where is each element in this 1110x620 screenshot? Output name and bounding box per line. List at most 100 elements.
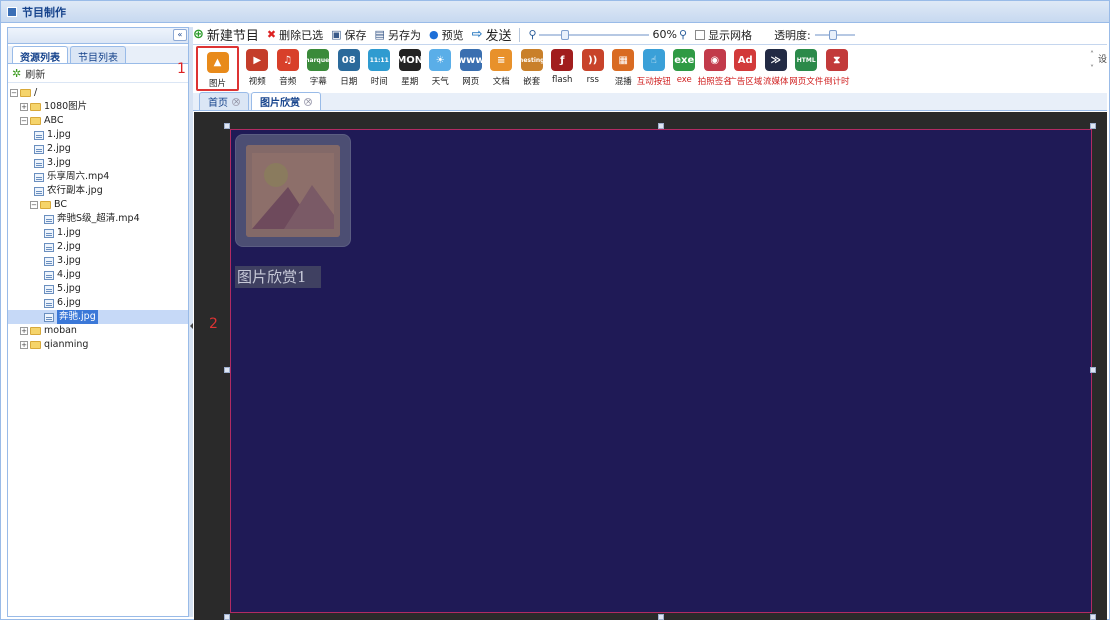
tool-6[interactable]: MON 星期: [395, 46, 426, 87]
expand-toggle-icon[interactable]: −: [10, 89, 18, 97]
tree-folder[interactable]: − BC: [8, 198, 188, 212]
save-button[interactable]: ▣ 保存: [331, 27, 366, 43]
tree-file[interactable]: 1.jpg: [8, 226, 188, 240]
tool-5[interactable]: 11:11 时间: [364, 46, 395, 87]
expand-toggle-icon[interactable]: −: [20, 117, 28, 125]
zoom-out-icon[interactable]: ⚲: [528, 28, 536, 41]
resize-handle[interactable]: [1090, 614, 1096, 620]
expand-toggle-icon[interactable]: +: [20, 327, 28, 335]
tree-folder[interactable]: + qianming: [8, 338, 188, 352]
expand-toggle-icon[interactable]: −: [30, 201, 38, 209]
collapse-left-button[interactable]: «: [173, 29, 187, 41]
tool-18[interactable]: ≫ 流媒体: [761, 46, 792, 87]
design-canvas[interactable]: 2 图片欣赏1: [194, 112, 1107, 620]
preview-button[interactable]: ● 预览: [429, 27, 464, 43]
tool-label: rss: [586, 75, 599, 85]
toolbar-scroll[interactable]: ˄ ˅: [1087, 48, 1097, 76]
tool-0[interactable]: ▲ 图片: [196, 46, 239, 91]
resize-handle[interactable]: [224, 123, 230, 129]
image-widget[interactable]: [235, 134, 351, 247]
tool-9[interactable]: ≡ 文档: [486, 46, 517, 87]
tool-label: 字幕: [309, 77, 327, 87]
show-grid-checkbox[interactable]: 显示网格: [695, 27, 752, 43]
tool-3[interactable]: marquee 字幕: [303, 46, 334, 87]
tool-label: 天气: [431, 77, 449, 87]
tool-19[interactable]: HTML 网页文件: [789, 46, 823, 87]
preview-icon: ●: [428, 28, 439, 41]
expand-toggle-icon[interactable]: +: [20, 341, 28, 349]
tree-file[interactable]: 乐享周六.mp4: [8, 170, 188, 184]
tool-16[interactable]: ◉ 拍照签名: [698, 46, 732, 87]
file-icon: [34, 144, 44, 154]
expand-toggle-icon[interactable]: +: [20, 103, 28, 111]
tree-folder[interactable]: +1080图片: [8, 100, 188, 114]
tool-label: 互动按钮: [636, 77, 671, 87]
tree-file[interactable]: 3.jpg: [8, 156, 188, 170]
refresh-label: 刷新: [25, 70, 46, 81]
tab-resource-list[interactable]: 资源列表: [12, 46, 68, 64]
save-icon: ▣: [331, 28, 342, 41]
tab-home[interactable]: 首页 ×: [199, 92, 249, 110]
tool-icon: ☀: [429, 49, 452, 71]
zoom-slider[interactable]: [538, 29, 649, 40]
tree-node-label: ABC: [44, 115, 64, 126]
truncated-label: 设: [1097, 55, 1107, 65]
send-button[interactable]: ⇨ 发送: [472, 25, 512, 44]
panel-splitter[interactable]: [189, 27, 193, 617]
new-program-button[interactable]: ⊕ 新建节目: [193, 25, 259, 44]
tool-17[interactable]: Ad 广告区域: [728, 46, 762, 87]
tree-file[interactable]: 奔驰S级_超清.mp4: [8, 212, 188, 226]
resize-handle[interactable]: [224, 614, 230, 620]
tool-label: flash: [552, 75, 573, 85]
tab-picture-gallery[interactable]: 图片欣赏 ×: [251, 92, 321, 110]
tool-label: 视频: [248, 77, 266, 87]
zoom-in-icon[interactable]: ⚲: [679, 28, 687, 41]
tool-20[interactable]: ⧗ 倒计时: [822, 46, 853, 87]
resize-handle[interactable]: [658, 123, 664, 129]
tool-15[interactable]: exe exe: [669, 46, 700, 85]
close-icon[interactable]: ×: [304, 97, 312, 106]
tab-program-list[interactable]: 节目列表: [70, 46, 126, 64]
tool-7[interactable]: ☀ 天气: [425, 46, 456, 87]
resize-handle[interactable]: [1090, 123, 1096, 129]
file-icon: [44, 214, 54, 224]
tree-file[interactable]: 农行副本.jpg: [8, 184, 188, 198]
resize-handle[interactable]: [658, 614, 664, 620]
tree-folder[interactable]: + moban: [8, 324, 188, 338]
tool-10[interactable]: nesting 嵌套: [517, 46, 548, 87]
save-as-button[interactable]: ▤ 另存为: [375, 27, 421, 43]
opacity-slider-thumb[interactable]: [828, 29, 837, 40]
tool-8[interactable]: www 网页: [456, 46, 487, 87]
tree-file[interactable]: 3.jpg: [8, 254, 188, 268]
tool-11[interactable]: ƒ flash: [547, 46, 578, 85]
zoom-slider-thumb[interactable]: [560, 29, 569, 40]
tool-label: 网页: [462, 77, 480, 87]
tool-2[interactable]: ♫ 音频: [273, 46, 304, 87]
delete-selected-button[interactable]: ✖ 删除已选: [267, 27, 323, 43]
close-icon[interactable]: ×: [232, 97, 240, 106]
tree-file[interactable]: 2.jpg: [8, 240, 188, 254]
resize-handle[interactable]: [224, 367, 230, 373]
tool-4[interactable]: 08 日期: [334, 46, 365, 87]
tool-1[interactable]: ▶ 视频: [242, 46, 273, 87]
tree-file[interactable]: 6.jpg: [8, 296, 188, 310]
tree-node-label: BC: [54, 199, 67, 210]
document-tabs: 首页 × 图片欣赏 ×: [193, 92, 1107, 111]
tree-folder[interactable]: − ABC: [8, 114, 188, 128]
opacity-slider[interactable]: [814, 29, 855, 40]
tree-file[interactable]: 2.jpg: [8, 142, 188, 156]
tree-file[interactable]: 1.jpg: [8, 128, 188, 142]
folder-icon: [30, 103, 41, 111]
resize-handle[interactable]: [1090, 367, 1096, 373]
folder-icon: [30, 341, 41, 349]
tree-file[interactable]: 4.jpg: [8, 268, 188, 282]
tool-12[interactable]: )) rss: [578, 46, 609, 85]
refresh-button[interactable]: ✲ 刷新: [8, 65, 188, 83]
tree-file[interactable]: 奔驰.jpg: [8, 310, 188, 324]
tool-14[interactable]: ☝ 互动按钮: [636, 46, 671, 87]
tree-file[interactable]: 5.jpg: [8, 282, 188, 296]
tree-folder[interactable]: − /: [8, 86, 188, 100]
program-stage[interactable]: 图片欣赏1: [230, 129, 1092, 613]
tool-13[interactable]: ▦ 混播: [608, 46, 639, 87]
app-icon: [7, 6, 17, 17]
